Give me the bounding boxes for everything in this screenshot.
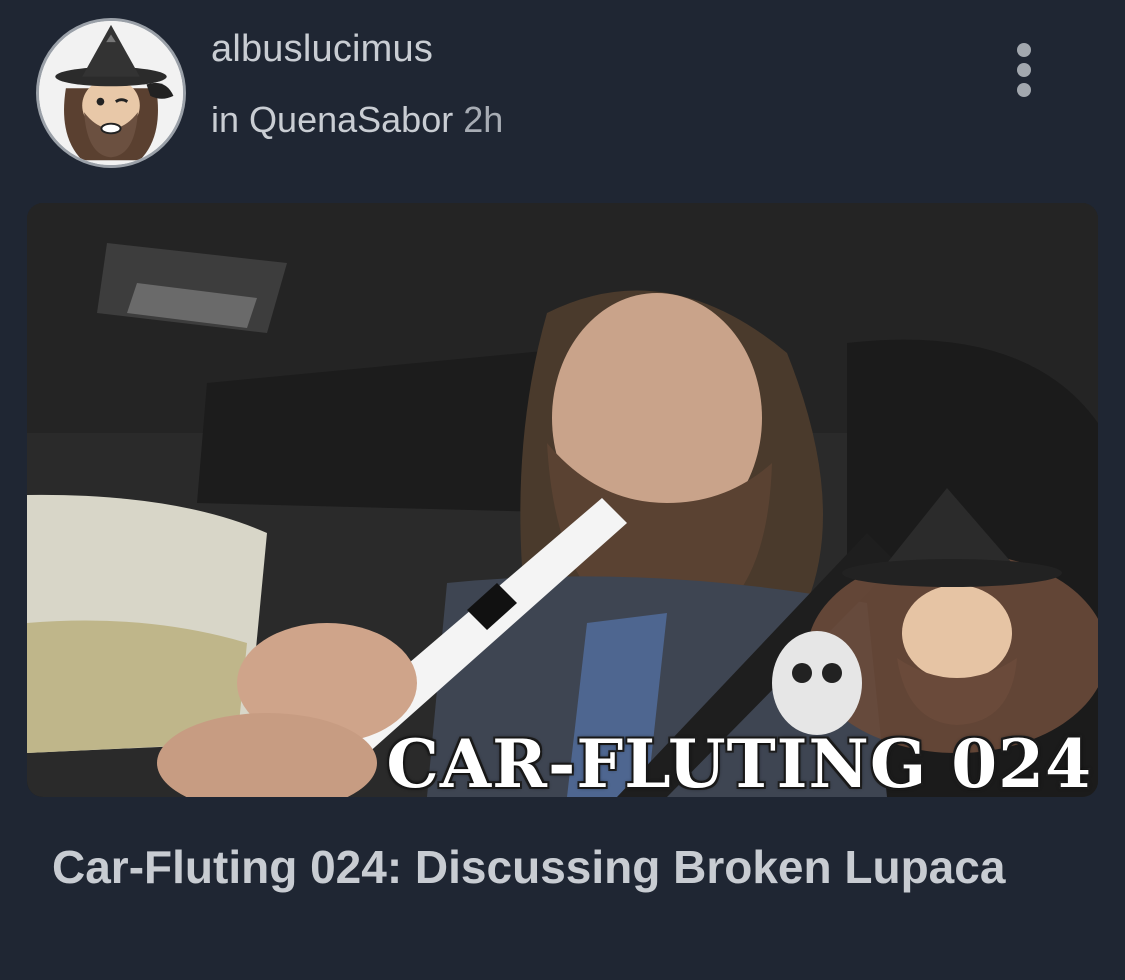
thumbnail-image <box>27 203 1098 797</box>
author-username[interactable]: albuslucimus <box>211 28 433 71</box>
feed-post: albuslucimus in QuenaSabor 2h CAR-FLUTIN… <box>0 0 1125 980</box>
thumbnail-caption: CAR-FLUTING 024 <box>386 725 1092 797</box>
community-link[interactable]: QuenaSabor <box>249 99 453 140</box>
post-title[interactable]: Car-Fluting 024: Discussing Broken Lupac… <box>52 838 1052 896</box>
more-dot <box>1017 63 1031 77</box>
post-age: 2h <box>463 99 504 140</box>
avatar[interactable] <box>36 18 186 168</box>
post-thumbnail[interactable]: CAR-FLUTING 024 <box>27 203 1098 797</box>
post-meta: in QuenaSabor 2h <box>211 99 503 141</box>
more-dot <box>1017 83 1031 97</box>
more-dot <box>1017 43 1031 57</box>
community-prefix: in <box>211 99 240 140</box>
vertical-ellipsis-icon[interactable] <box>1004 40 1044 100</box>
